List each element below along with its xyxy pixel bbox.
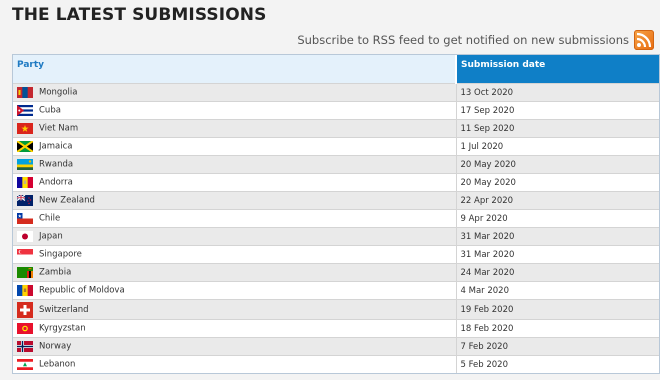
party-cell[interactable]: Switzerland	[13, 299, 456, 320]
new-zealand-flag-icon	[17, 195, 33, 206]
submission-date: 18 Feb 2020	[455, 319, 659, 338]
table-row[interactable]: Mongolia 13 Oct 2020	[13, 83, 659, 102]
table-row[interactable]: Japan 31 Mar 2020	[13, 227, 659, 246]
party-name[interactable]: Chile	[39, 214, 60, 224]
party-cell[interactable]: Rwanda	[13, 155, 456, 174]
party-cell[interactable]: Republic of Moldova	[13, 281, 456, 300]
table-row[interactable]: Lebanon 5 Feb 2020	[13, 355, 659, 373]
kyrgyzstan-flag-icon	[17, 323, 33, 334]
party-cell[interactable]: Viet Nam	[13, 119, 456, 138]
party-name[interactable]: Viet Nam	[39, 124, 78, 134]
rwanda-flag-icon	[17, 159, 33, 170]
singapore-flag-icon	[17, 249, 33, 260]
column-header-submission-date[interactable]: Submission date	[456, 55, 659, 84]
party-cell[interactable]: Japan	[13, 227, 456, 246]
party-name[interactable]: Andorra	[39, 178, 73, 188]
table-row[interactable]: Chile 9 Apr 2020	[13, 209, 659, 228]
column-header-party[interactable]: Party	[13, 55, 457, 84]
table-row[interactable]: Cuba 17 Sep 2020	[13, 101, 659, 120]
party-name[interactable]: Singapore	[39, 250, 82, 260]
party-cell[interactable]: Norway	[13, 337, 456, 356]
party-name[interactable]: Lebanon	[39, 360, 75, 370]
submission-date: 22 Apr 2020	[455, 191, 659, 210]
table-row[interactable]: New Zealand 22 Apr 2020	[13, 191, 659, 210]
rss-subscribe[interactable]: Subscribe to RSS feed to get notified on…	[297, 29, 654, 51]
jamaica-flag-icon	[17, 141, 33, 152]
submission-date: 7 Feb 2020	[455, 337, 659, 356]
table-row[interactable]: Andorra 20 May 2020	[13, 173, 659, 192]
table-row[interactable]: Rwanda 20 May 2020	[13, 155, 659, 174]
japan-flag-icon	[17, 231, 33, 242]
submission-date: 20 May 2020	[455, 155, 659, 174]
submission-date: 1 Jul 2020	[455, 137, 659, 156]
party-name[interactable]: Jamaica	[39, 142, 72, 152]
submissions-table: Party Submission date Mongolia 13 Oct 20…	[12, 54, 660, 374]
party-cell[interactable]: Kyrgyzstan	[13, 319, 456, 338]
party-name[interactable]: New Zealand	[39, 196, 95, 206]
party-cell[interactable]: Chile	[13, 209, 456, 228]
table-row[interactable]: Norway 7 Feb 2020	[13, 337, 659, 356]
lebanon-flag-icon	[17, 359, 33, 370]
submission-date: 4 Mar 2020	[455, 281, 659, 300]
submission-date: 19 Feb 2020	[455, 299, 659, 320]
submission-date: 9 Apr 2020	[455, 209, 659, 228]
party-cell[interactable]: Cuba	[13, 101, 456, 120]
party-name[interactable]: Zambia	[39, 268, 71, 278]
mongolia-flag-icon	[17, 87, 33, 98]
andorra-flag-icon	[17, 177, 33, 188]
submission-date: 13 Oct 2020	[455, 83, 659, 102]
table-row[interactable]: Zambia 24 Mar 2020	[13, 263, 659, 282]
submission-date: 24 Mar 2020	[455, 263, 659, 282]
submission-date: 20 May 2020	[455, 173, 659, 192]
submission-date: 31 Mar 2020	[455, 245, 659, 264]
chile-flag-icon	[17, 213, 33, 224]
rss-feed-icon[interactable]	[634, 30, 654, 50]
switzerland-flag-icon	[17, 301, 33, 318]
party-cell[interactable]: New Zealand	[13, 191, 456, 210]
party-name[interactable]: Norway	[39, 342, 71, 352]
party-name[interactable]: Switzerland	[39, 305, 89, 315]
table-row[interactable]: Switzerland 19 Feb 2020	[13, 299, 659, 320]
cuba-flag-icon	[17, 105, 33, 116]
party-name[interactable]: Cuba	[39, 106, 61, 116]
table-row[interactable]: Viet Nam 11 Sep 2020	[13, 119, 659, 138]
submission-date: 17 Sep 2020	[455, 101, 659, 120]
moldova-flag-icon	[17, 285, 33, 296]
submission-date: 11 Sep 2020	[455, 119, 659, 138]
party-name[interactable]: Japan	[39, 232, 63, 242]
party-name[interactable]: Rwanda	[39, 160, 73, 170]
party-name[interactable]: Mongolia	[39, 88, 77, 98]
rss-subscribe-text[interactable]: Subscribe to RSS feed to get notified on…	[297, 33, 629, 47]
party-cell[interactable]: Andorra	[13, 173, 456, 192]
submission-date: 31 Mar 2020	[455, 227, 659, 246]
party-cell[interactable]: Zambia	[13, 263, 456, 282]
norway-flag-icon	[17, 341, 33, 352]
table-row[interactable]: Kyrgyzstan 18 Feb 2020	[13, 319, 659, 338]
table-row[interactable]: Republic of Moldova 4 Mar 2020	[13, 281, 659, 300]
zambia-flag-icon	[17, 267, 33, 278]
party-cell[interactable]: Mongolia	[13, 83, 456, 102]
viet-nam-flag-icon	[17, 123, 33, 134]
party-cell[interactable]: Jamaica	[13, 137, 456, 156]
page-title: THE LATEST SUBMISSIONS	[12, 5, 267, 25]
party-name[interactable]: Kyrgyzstan	[39, 324, 86, 334]
party-cell[interactable]: Lebanon	[13, 355, 456, 373]
party-name[interactable]: Republic of Moldova	[39, 286, 125, 296]
submission-date: 5 Feb 2020	[455, 355, 659, 373]
party-cell[interactable]: Singapore	[13, 245, 456, 264]
table-row[interactable]: Singapore 31 Mar 2020	[13, 245, 659, 264]
table-row[interactable]: Jamaica 1 Jul 2020	[13, 137, 659, 156]
